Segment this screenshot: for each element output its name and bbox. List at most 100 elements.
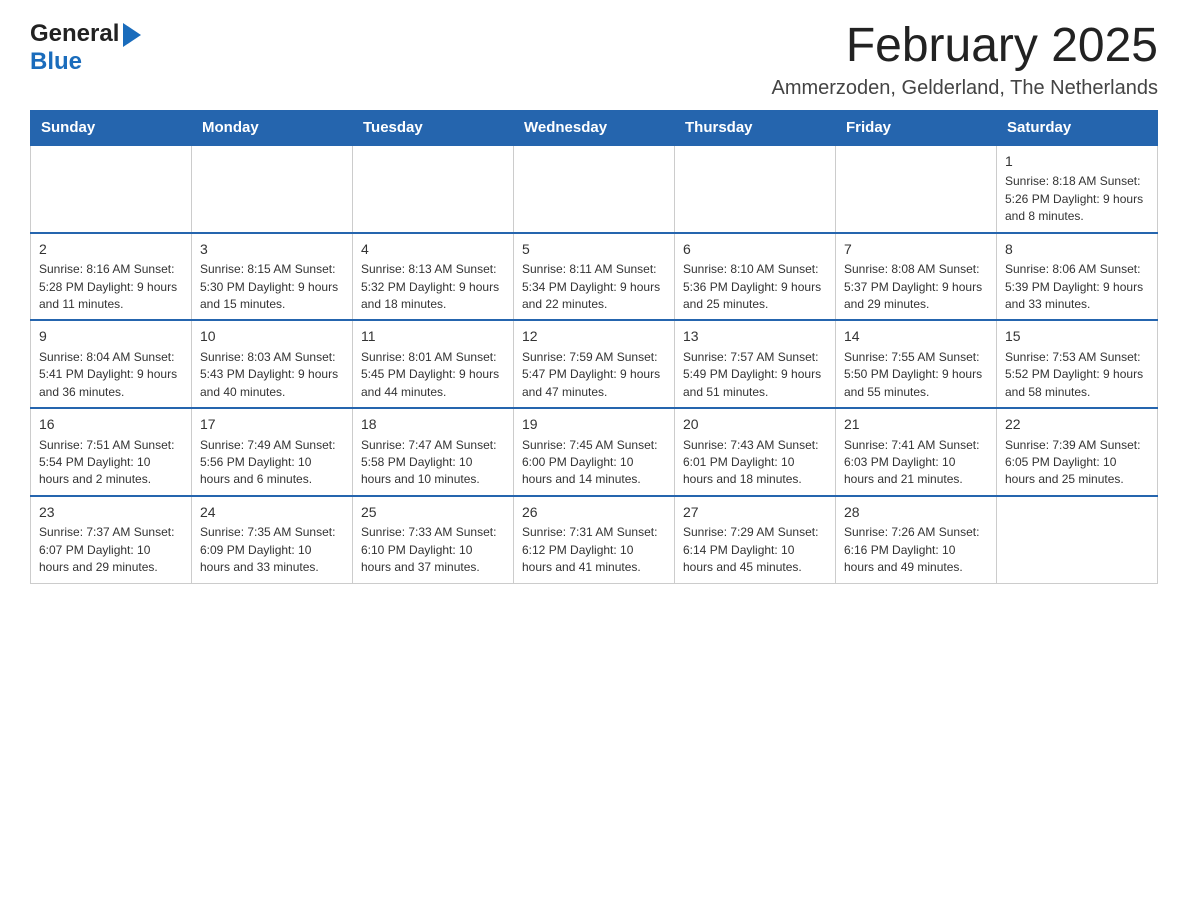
day-info: Sunrise: 8:18 AM Sunset: 5:26 PM Dayligh… — [1005, 173, 1149, 225]
calendar-cell: 22Sunrise: 7:39 AM Sunset: 6:05 PM Dayli… — [997, 408, 1158, 496]
day-number: 23 — [39, 503, 183, 523]
calendar-cell — [836, 145, 997, 233]
day-number: 20 — [683, 415, 827, 435]
day-info: Sunrise: 7:53 AM Sunset: 5:52 PM Dayligh… — [1005, 349, 1149, 401]
day-number: 9 — [39, 327, 183, 347]
calendar-header-saturday: Saturday — [997, 110, 1158, 145]
calendar-cell: 21Sunrise: 7:41 AM Sunset: 6:03 PM Dayli… — [836, 408, 997, 496]
calendar-cell: 7Sunrise: 8:08 AM Sunset: 5:37 PM Daylig… — [836, 233, 997, 321]
day-info: Sunrise: 8:01 AM Sunset: 5:45 PM Dayligh… — [361, 349, 505, 401]
month-title: February 2025 — [771, 20, 1158, 73]
day-number: 26 — [522, 503, 666, 523]
day-info: Sunrise: 7:29 AM Sunset: 6:14 PM Dayligh… — [683, 524, 827, 576]
calendar-week-row: 23Sunrise: 7:37 AM Sunset: 6:07 PM Dayli… — [31, 496, 1158, 583]
day-number: 2 — [39, 240, 183, 260]
calendar-cell: 24Sunrise: 7:35 AM Sunset: 6:09 PM Dayli… — [192, 496, 353, 583]
day-number: 3 — [200, 240, 344, 260]
calendar-header-row: SundayMondayTuesdayWednesdayThursdayFrid… — [31, 110, 1158, 145]
logo: General Blue — [30, 20, 141, 76]
calendar-cell: 5Sunrise: 8:11 AM Sunset: 5:34 PM Daylig… — [514, 233, 675, 321]
day-info: Sunrise: 7:31 AM Sunset: 6:12 PM Dayligh… — [522, 524, 666, 576]
page-header: General Blue February 2025 Ammerzoden, G… — [30, 20, 1158, 100]
calendar-cell — [192, 145, 353, 233]
day-number: 4 — [361, 240, 505, 260]
calendar-cell — [514, 145, 675, 233]
day-info: Sunrise: 7:43 AM Sunset: 6:01 PM Dayligh… — [683, 437, 827, 489]
calendar-cell: 27Sunrise: 7:29 AM Sunset: 6:14 PM Dayli… — [675, 496, 836, 583]
calendar-cell: 17Sunrise: 7:49 AM Sunset: 5:56 PM Dayli… — [192, 408, 353, 496]
calendar-week-row: 9Sunrise: 8:04 AM Sunset: 5:41 PM Daylig… — [31, 320, 1158, 408]
day-number: 19 — [522, 415, 666, 435]
calendar-cell — [997, 496, 1158, 583]
day-info: Sunrise: 7:41 AM Sunset: 6:03 PM Dayligh… — [844, 437, 988, 489]
day-number: 6 — [683, 240, 827, 260]
calendar-cell: 18Sunrise: 7:47 AM Sunset: 5:58 PM Dayli… — [353, 408, 514, 496]
calendar-header-sunday: Sunday — [31, 110, 192, 145]
calendar-cell: 3Sunrise: 8:15 AM Sunset: 5:30 PM Daylig… — [192, 233, 353, 321]
calendar-cell: 11Sunrise: 8:01 AM Sunset: 5:45 PM Dayli… — [353, 320, 514, 408]
day-info: Sunrise: 7:26 AM Sunset: 6:16 PM Dayligh… — [844, 524, 988, 576]
calendar-cell: 2Sunrise: 8:16 AM Sunset: 5:28 PM Daylig… — [31, 233, 192, 321]
calendar-cell: 9Sunrise: 8:04 AM Sunset: 5:41 PM Daylig… — [31, 320, 192, 408]
calendar-table: SundayMondayTuesdayWednesdayThursdayFrid… — [30, 110, 1158, 584]
calendar-cell: 26Sunrise: 7:31 AM Sunset: 6:12 PM Dayli… — [514, 496, 675, 583]
calendar-week-row: 1Sunrise: 8:18 AM Sunset: 5:26 PM Daylig… — [31, 145, 1158, 233]
day-number: 21 — [844, 415, 988, 435]
day-number: 25 — [361, 503, 505, 523]
day-number: 13 — [683, 327, 827, 347]
day-info: Sunrise: 7:47 AM Sunset: 5:58 PM Dayligh… — [361, 437, 505, 489]
day-info: Sunrise: 8:03 AM Sunset: 5:43 PM Dayligh… — [200, 349, 344, 401]
day-info: Sunrise: 7:55 AM Sunset: 5:50 PM Dayligh… — [844, 349, 988, 401]
calendar-cell: 14Sunrise: 7:55 AM Sunset: 5:50 PM Dayli… — [836, 320, 997, 408]
day-info: Sunrise: 7:49 AM Sunset: 5:56 PM Dayligh… — [200, 437, 344, 489]
day-number: 7 — [844, 240, 988, 260]
calendar-cell: 4Sunrise: 8:13 AM Sunset: 5:32 PM Daylig… — [353, 233, 514, 321]
calendar-cell — [353, 145, 514, 233]
day-number: 8 — [1005, 240, 1149, 260]
calendar-cell: 25Sunrise: 7:33 AM Sunset: 6:10 PM Dayli… — [353, 496, 514, 583]
calendar-cell: 13Sunrise: 7:57 AM Sunset: 5:49 PM Dayli… — [675, 320, 836, 408]
calendar-cell: 16Sunrise: 7:51 AM Sunset: 5:54 PM Dayli… — [31, 408, 192, 496]
day-info: Sunrise: 8:06 AM Sunset: 5:39 PM Dayligh… — [1005, 261, 1149, 313]
day-number: 11 — [361, 327, 505, 347]
day-info: Sunrise: 8:04 AM Sunset: 5:41 PM Dayligh… — [39, 349, 183, 401]
logo-general-text: General — [30, 20, 119, 48]
calendar-header-tuesday: Tuesday — [353, 110, 514, 145]
calendar-header-monday: Monday — [192, 110, 353, 145]
day-number: 1 — [1005, 152, 1149, 172]
day-info: Sunrise: 7:51 AM Sunset: 5:54 PM Dayligh… — [39, 437, 183, 489]
logo-arrow-icon — [123, 23, 141, 47]
day-info: Sunrise: 7:37 AM Sunset: 6:07 PM Dayligh… — [39, 524, 183, 576]
calendar-week-row: 16Sunrise: 7:51 AM Sunset: 5:54 PM Dayli… — [31, 408, 1158, 496]
calendar-cell — [675, 145, 836, 233]
day-info: Sunrise: 8:16 AM Sunset: 5:28 PM Dayligh… — [39, 261, 183, 313]
day-number: 15 — [1005, 327, 1149, 347]
day-info: Sunrise: 8:10 AM Sunset: 5:36 PM Dayligh… — [683, 261, 827, 313]
day-number: 16 — [39, 415, 183, 435]
calendar-cell: 15Sunrise: 7:53 AM Sunset: 5:52 PM Dayli… — [997, 320, 1158, 408]
calendar-cell: 6Sunrise: 8:10 AM Sunset: 5:36 PM Daylig… — [675, 233, 836, 321]
calendar-cell: 8Sunrise: 8:06 AM Sunset: 5:39 PM Daylig… — [997, 233, 1158, 321]
calendar-header-thursday: Thursday — [675, 110, 836, 145]
calendar-cell: 28Sunrise: 7:26 AM Sunset: 6:16 PM Dayli… — [836, 496, 997, 583]
day-number: 24 — [200, 503, 344, 523]
day-info: Sunrise: 7:45 AM Sunset: 6:00 PM Dayligh… — [522, 437, 666, 489]
calendar-header-friday: Friday — [836, 110, 997, 145]
day-info: Sunrise: 7:35 AM Sunset: 6:09 PM Dayligh… — [200, 524, 344, 576]
day-number: 28 — [844, 503, 988, 523]
calendar-header-wednesday: Wednesday — [514, 110, 675, 145]
calendar-week-row: 2Sunrise: 8:16 AM Sunset: 5:28 PM Daylig… — [31, 233, 1158, 321]
day-info: Sunrise: 7:57 AM Sunset: 5:49 PM Dayligh… — [683, 349, 827, 401]
calendar-cell — [31, 145, 192, 233]
day-info: Sunrise: 7:59 AM Sunset: 5:47 PM Dayligh… — [522, 349, 666, 401]
day-info: Sunrise: 8:13 AM Sunset: 5:32 PM Dayligh… — [361, 261, 505, 313]
day-number: 17 — [200, 415, 344, 435]
day-number: 14 — [844, 327, 988, 347]
calendar-cell: 20Sunrise: 7:43 AM Sunset: 6:01 PM Dayli… — [675, 408, 836, 496]
logo-blue-text: Blue — [30, 48, 82, 76]
day-info: Sunrise: 8:15 AM Sunset: 5:30 PM Dayligh… — [200, 261, 344, 313]
calendar-cell: 23Sunrise: 7:37 AM Sunset: 6:07 PM Dayli… — [31, 496, 192, 583]
day-number: 5 — [522, 240, 666, 260]
day-number: 10 — [200, 327, 344, 347]
calendar-cell: 19Sunrise: 7:45 AM Sunset: 6:00 PM Dayli… — [514, 408, 675, 496]
